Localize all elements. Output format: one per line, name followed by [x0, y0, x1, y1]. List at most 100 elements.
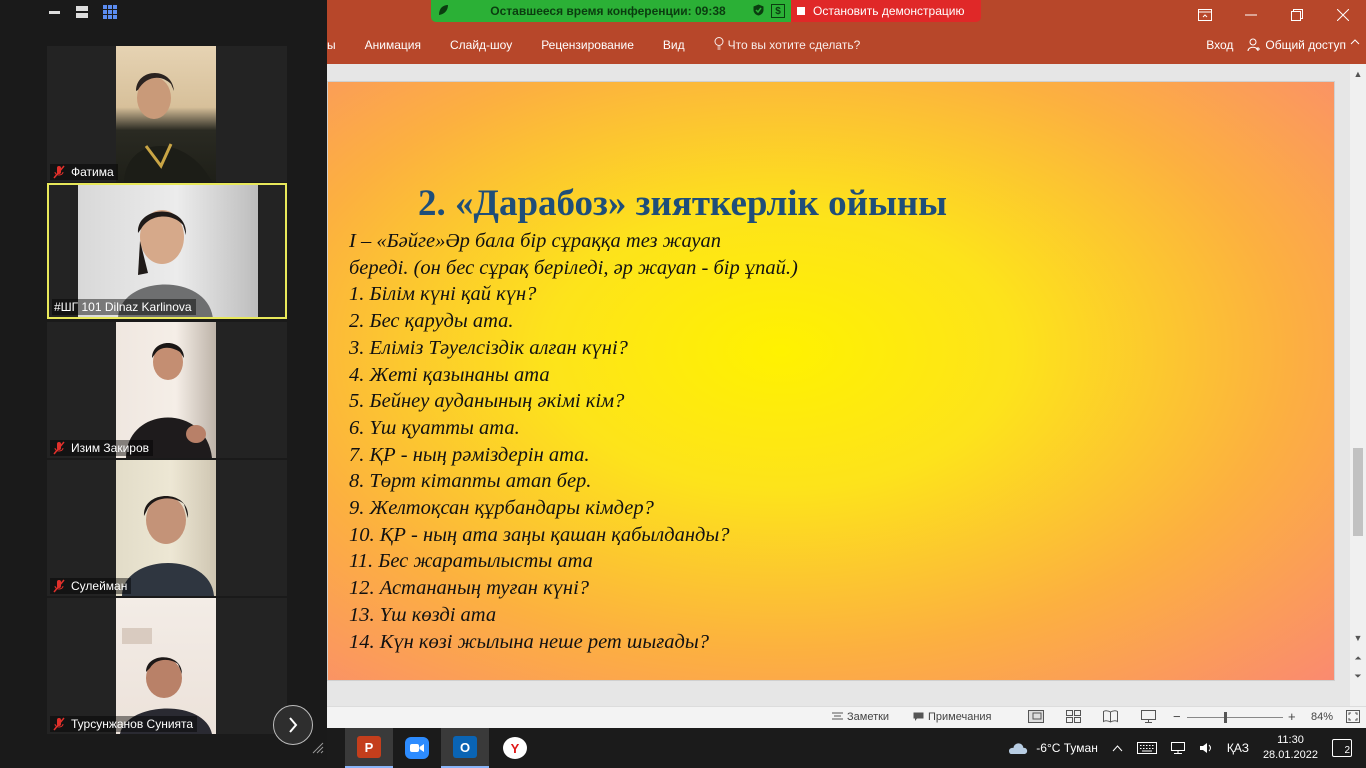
cloud-icon	[1006, 741, 1028, 755]
participant-name: Изим Закиров	[71, 441, 150, 455]
keyboard-icon[interactable]	[1136, 742, 1157, 754]
vertical-scrollbar[interactable]: ▲ ▼ ⏶ ⏷	[1350, 64, 1366, 706]
stop-share-label: Остановить демонстрацию	[813, 4, 965, 18]
fit-slide-icon[interactable]	[1346, 710, 1360, 723]
muted-mic-icon	[52, 441, 66, 455]
weather-text: -6°C Туман	[1036, 741, 1098, 755]
question-item: 12. Астананың туған күні?	[349, 577, 590, 600]
zoom-out-icon[interactable]: −	[1173, 709, 1181, 724]
slideshow-view-icon[interactable]	[1141, 710, 1156, 723]
comments-button[interactable]: Примечания	[913, 711, 992, 723]
muted-mic-icon	[52, 165, 66, 179]
person-add-icon	[1247, 38, 1261, 52]
participant-name: #ШГ 101 Dilnaz Karlinova	[54, 300, 192, 314]
stop-icon	[797, 7, 805, 15]
participant-name-tag: Турсунжанов Сунията	[50, 716, 198, 732]
ribbon-tabs: ды Анимация Слайд-шоу Рецензирование Вид…	[320, 30, 860, 60]
slide-body: І – «Бәйге»Әр бала бір сұраққа тез жауап…	[349, 228, 798, 655]
restore-icon[interactable]	[1274, 0, 1320, 30]
muted-mic-icon	[52, 579, 66, 593]
zoom-level[interactable]: 84%	[1311, 711, 1333, 723]
slide-canvas[interactable]: 2. «Дарабоз» зияткерлік ойыны І – «Бәйге…	[327, 81, 1335, 681]
participant-tile[interactable]: Сулейман	[47, 460, 287, 596]
clock-time: 11:30	[1277, 734, 1304, 746]
participant-tile[interactable]: Изим Закиров	[47, 322, 287, 458]
zoom-view-toolbar	[40, 3, 124, 21]
sign-in-link[interactable]: Вход	[1206, 38, 1233, 52]
taskbar-zoom[interactable]	[393, 728, 441, 768]
clock-date: 28.01.2022	[1262, 749, 1318, 761]
question-item: 4. Жеті қазынаны ата	[349, 363, 550, 386]
taskbar-yandex-browser[interactable]: Y	[491, 728, 539, 768]
question-item: 8. Төрт кітапты атап бер.	[349, 470, 592, 493]
question-item: 11. Бес жаратылысты ата	[349, 550, 593, 573]
network-icon[interactable]	[1170, 742, 1185, 754]
muted-mic-icon	[52, 717, 66, 731]
notifications-icon[interactable]: 2	[1332, 739, 1352, 757]
chevron-up-icon[interactable]	[1112, 744, 1123, 752]
tell-me-label: Что вы хотите сделать?	[727, 38, 861, 52]
tab-view[interactable]: Вид	[663, 38, 685, 52]
input-language[interactable]: ҚАЗ	[1227, 741, 1249, 755]
taskbar-outlook[interactable]: O	[441, 728, 489, 768]
dollar-icon: $	[771, 4, 785, 18]
participant-name: Фатима	[71, 165, 114, 179]
slide-sorter-icon[interactable]	[1066, 710, 1081, 723]
weather-widget[interactable]: -6°C Туман	[1006, 741, 1098, 755]
slide-intro-line: береді. (он бес сұрақ беріледі, әр жауап…	[349, 256, 798, 279]
minimize-icon[interactable]	[1228, 0, 1274, 30]
question-item: 1. Білім күні қай күн?	[349, 283, 537, 306]
notes-button[interactable]: Заметки	[832, 711, 889, 723]
participant-video	[116, 322, 216, 458]
question-item: 14. Күн көзі жылына неше рет шығады?	[349, 630, 709, 653]
notes-label: Заметки	[847, 711, 890, 723]
window-controls	[1182, 0, 1366, 30]
participant-name-tag: #ШГ 101 Dilnaz Karlinova	[52, 299, 196, 315]
zoom-slider-track[interactable]	[1187, 717, 1283, 718]
stop-share-button[interactable]: Остановить демонстрацию	[791, 0, 981, 22]
scroll-up-icon[interactable]: ▲	[1350, 66, 1366, 82]
participant-name-tag: Изим Закиров	[50, 440, 154, 456]
volume-icon[interactable]	[1199, 742, 1213, 754]
next-slide-icon[interactable]: ⏷	[1350, 668, 1366, 684]
question-item: 10. ҚР - ның ата заңы қашан қабылданды?	[349, 523, 730, 546]
normal-view-icon[interactable]	[1028, 710, 1044, 723]
chevron-up-icon[interactable]	[1350, 36, 1360, 48]
participant-tile[interactable]: Фатима	[47, 46, 287, 182]
notes-icon	[832, 712, 843, 722]
tell-me-search[interactable]: Что вы хотите сделать?	[714, 37, 861, 53]
shield-icon	[749, 4, 767, 19]
participant-tile-active[interactable]: #ШГ 101 Dilnaz Karlinova	[47, 183, 287, 319]
powerpoint-icon: P	[357, 736, 381, 758]
scroll-thumb[interactable]	[1353, 448, 1363, 536]
clock[interactable]: 11:30 28.01.2022	[1263, 733, 1318, 763]
participant-video	[116, 460, 216, 596]
share-button[interactable]: Общий доступ	[1247, 38, 1346, 52]
zoom-in-icon[interactable]: +	[1288, 709, 1296, 724]
ribbon-display-options-icon[interactable]	[1182, 0, 1228, 30]
zoom-participant-panel: Фатима #ШГ 101 Dilnaz Karlinova Изим Зак…	[0, 0, 327, 760]
question-item: 7. ҚР - ның рәміздерін ата.	[349, 443, 590, 466]
participant-video	[116, 598, 216, 734]
participant-video	[116, 46, 216, 182]
minimize-video-icon[interactable]	[40, 3, 68, 21]
previous-slide-icon[interactable]: ⏶	[1350, 650, 1366, 666]
zoom-app-icon	[405, 737, 429, 759]
reading-view-icon[interactable]	[1103, 710, 1118, 723]
tab-animations[interactable]: Анимация	[365, 38, 421, 52]
participant-tile[interactable]: Турсунжанов Сунията	[47, 598, 287, 734]
single-speaker-view-icon[interactable]	[68, 3, 96, 21]
notification-count: 2	[1344, 745, 1350, 756]
resize-grip-icon[interactable]	[310, 740, 324, 754]
screen: ды Анимация Слайд-шоу Рецензирование Вид…	[0, 0, 1366, 768]
question-item: 5. Бейнеу ауданының әкімі кім?	[349, 390, 625, 413]
tab-review[interactable]: Рецензирование	[541, 38, 634, 52]
zoom-slider-thumb[interactable]	[1224, 712, 1227, 723]
close-icon[interactable]	[1320, 0, 1366, 30]
gallery-view-icon[interactable]	[96, 3, 124, 21]
taskbar-powerpoint[interactable]: P	[345, 728, 393, 768]
scroll-down-icon[interactable]: ▼	[1350, 630, 1366, 646]
tab-slideshow[interactable]: Слайд-шоу	[450, 38, 512, 52]
next-page-button[interactable]	[273, 705, 313, 745]
outlook-icon: O	[453, 736, 477, 758]
